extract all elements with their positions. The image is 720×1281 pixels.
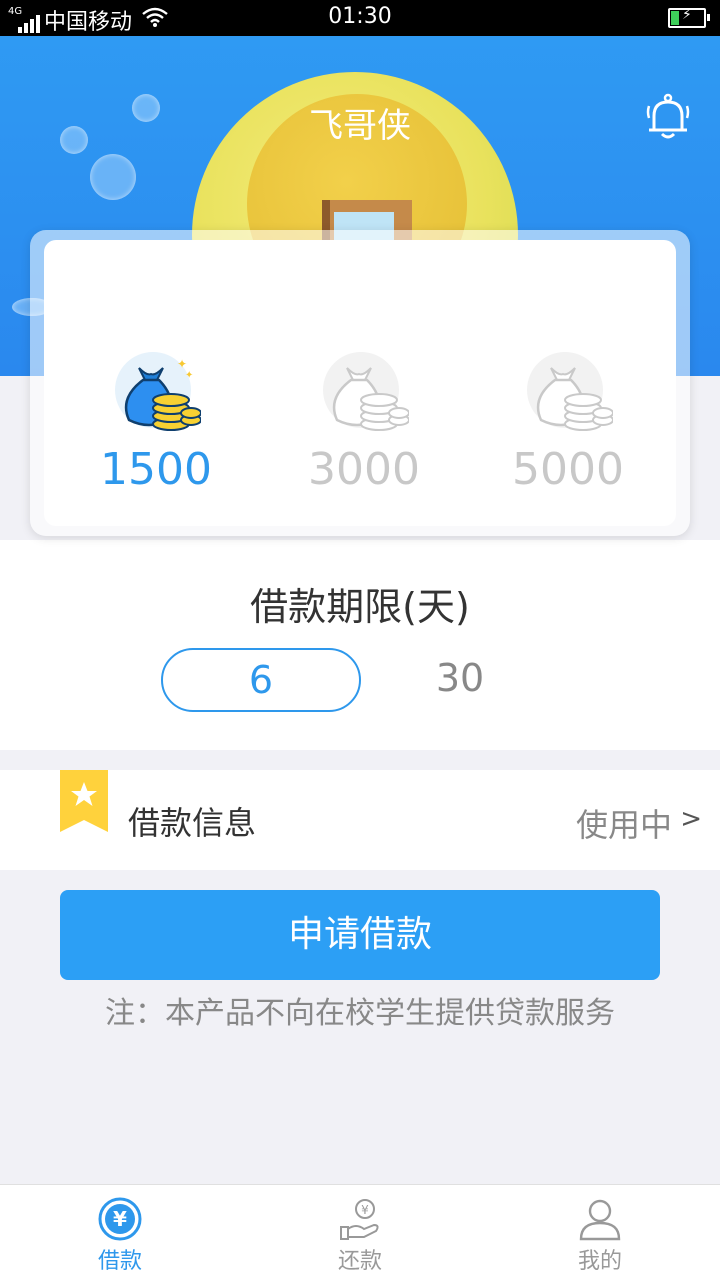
amount-label: 1500 xyxy=(100,444,212,495)
amount-label: 5000 xyxy=(512,444,624,495)
chevron-right-icon: > xyxy=(680,804,702,834)
amount-option-5000[interactable]: 5000 xyxy=(468,350,668,495)
period-panel-bg xyxy=(0,540,720,750)
svg-text:¥: ¥ xyxy=(113,1207,127,1231)
app-title: 飞哥侠 xyxy=(309,106,411,146)
period-title: 借款期限(天) xyxy=(250,585,470,629)
amount-option-3000[interactable]: 3000 xyxy=(264,350,464,495)
money-bag-icon: ✦ ✦ xyxy=(111,350,202,440)
period-option-30[interactable]: 30 xyxy=(362,648,558,708)
user-icon xyxy=(578,1197,622,1241)
svg-text:¥: ¥ xyxy=(361,1203,369,1217)
svg-text:✦: ✦ xyxy=(177,357,187,371)
amount-card: ✦ ✦ 1500 3000 5000 xyxy=(44,240,676,526)
yuan-circle-icon: ¥ xyxy=(98,1197,142,1241)
bubble-decoration xyxy=(90,154,136,200)
star-ribbon-icon xyxy=(60,770,108,832)
repay-hand-icon: ¥ xyxy=(338,1197,382,1241)
battery-icon: ⚡ xyxy=(668,7,710,28)
tab-label: 我的 xyxy=(577,1249,622,1274)
amount-option-1500[interactable]: ✦ ✦ 1500 xyxy=(56,350,256,495)
tab-label: 还款 xyxy=(337,1249,382,1274)
tab-borrow[interactable]: ¥ 借款 xyxy=(0,1185,240,1281)
disclaimer-note: 注：本产品不向在校学生提供贷款服务 xyxy=(105,996,615,1031)
money-bag-icon xyxy=(319,350,410,440)
loan-info-label: 借款信息 xyxy=(128,804,257,842)
clock: 01:30 xyxy=(328,4,392,29)
bottom-tab-bar: ¥ 借款 ¥ 还款 我的 xyxy=(0,1184,720,1281)
loan-info-status: 使用中 xyxy=(575,806,672,844)
amount-label: 3000 xyxy=(308,444,420,495)
status-bar: 4G 中国移动 01:30 ⚡ xyxy=(0,0,720,36)
tab-mine[interactable]: 我的 xyxy=(480,1185,720,1281)
bell-icon[interactable] xyxy=(645,92,691,142)
apply-loan-button[interactable]: 申请借款 xyxy=(60,890,660,980)
tab-label: 借款 xyxy=(97,1249,142,1274)
money-bag-icon xyxy=(523,350,614,440)
svg-text:✦: ✦ xyxy=(185,370,193,381)
period-option-6[interactable]: 6 xyxy=(161,648,361,712)
tab-repay[interactable]: ¥ 还款 xyxy=(240,1185,480,1281)
loan-info-row[interactable]: 借款信息 使用中 > xyxy=(0,770,720,870)
